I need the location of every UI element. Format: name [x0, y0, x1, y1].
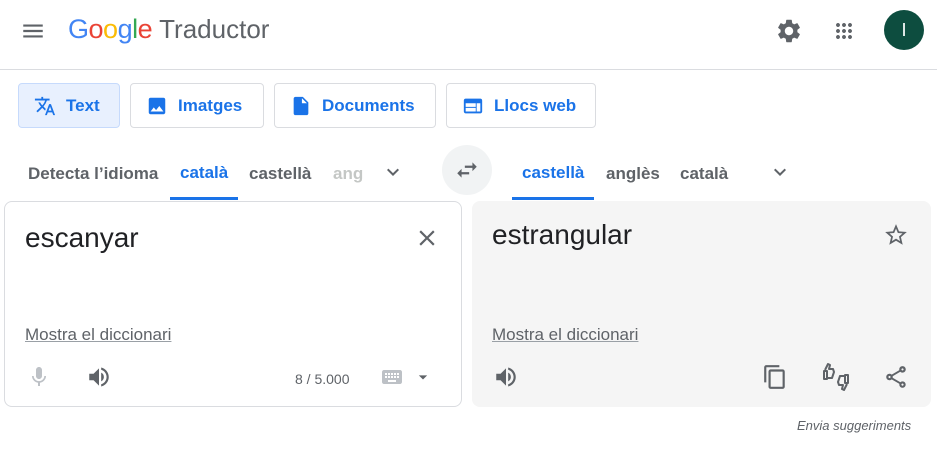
speaker-icon: [496, 367, 516, 387]
target-lang-catalan[interactable]: català: [670, 148, 738, 200]
swap-languages-button[interactable]: [442, 145, 492, 195]
source-text-input[interactable]: escanyar: [25, 222, 139, 254]
copy-translation-button[interactable]: [755, 357, 795, 397]
speaker-icon: [89, 367, 109, 387]
web-icon: [462, 95, 484, 117]
source-dictionary-link[interactable]: Mostra el diccionari: [25, 325, 171, 345]
close-icon: [419, 230, 435, 246]
character-counter: 8 / 5.000: [295, 371, 350, 387]
source-listen-button[interactable]: [79, 357, 119, 397]
share-icon: [886, 366, 906, 388]
translation-output: estrangular: [492, 219, 633, 250]
mode-text-button[interactable]: Text: [18, 83, 120, 128]
mode-text-label: Text: [66, 95, 100, 115]
mode-images-label: Imatges: [178, 95, 243, 115]
mode-websites-label: Llocs web: [494, 95, 577, 115]
app-logo[interactable]: Google Traductor: [68, 14, 269, 48]
thumbs-up-down-icon: [823, 363, 849, 391]
caret-down-icon: [418, 375, 428, 380]
account-avatar[interactable]: I: [884, 10, 924, 50]
translation-panel: estrangular Mostra el diccionari: [472, 201, 931, 407]
target-lang-more-button[interactable]: [760, 152, 800, 192]
mode-images-button[interactable]: Imatges: [130, 83, 264, 128]
main-menu-button[interactable]: [14, 12, 52, 50]
keyboard-button[interactable]: [375, 362, 409, 392]
apps-icon: [836, 23, 852, 39]
source-lang-spanish[interactable]: castellà: [239, 148, 321, 200]
send-feedback-link[interactable]: Envia suggeriments: [797, 418, 911, 433]
product-name: Traductor: [159, 14, 270, 44]
target-dictionary-link[interactable]: Mostra el diccionari: [492, 325, 638, 345]
copy-icon: [764, 365, 785, 389]
voice-input-button[interactable]: [19, 357, 59, 397]
mode-documents-label: Documents: [322, 95, 415, 115]
keyboard-options-button[interactable]: [409, 362, 437, 392]
settings-icon: [778, 19, 800, 43]
source-lang-catalan[interactable]: català: [170, 148, 239, 200]
menu-icon: [23, 24, 43, 38]
translation-listen-button[interactable]: [486, 357, 526, 397]
document-icon: [290, 95, 312, 117]
target-lang-english[interactable]: anglès: [596, 148, 670, 200]
mode-websites-button[interactable]: Llocs web: [446, 83, 596, 128]
source-lang-detect[interactable]: Detecta l’idioma: [18, 148, 168, 200]
chevron-down-icon: [387, 168, 399, 176]
target-lang-spanish[interactable]: castellà: [512, 148, 595, 200]
clear-text-button[interactable]: [407, 218, 447, 258]
keyboard-icon: [382, 370, 402, 384]
chevron-down-icon: [774, 168, 786, 176]
source-lang-english[interactable]: ang: [323, 148, 363, 200]
image-icon: [146, 95, 168, 117]
google-wordmark: Google: [68, 14, 153, 44]
swap-icon: [457, 162, 477, 178]
rate-translation-button[interactable]: [816, 357, 856, 397]
translate-icon: [34, 95, 56, 117]
app-header: Google Traductor I: [0, 0, 937, 70]
apps-button[interactable]: [824, 11, 864, 51]
star-icon: [885, 224, 907, 245]
settings-button[interactable]: [769, 11, 809, 51]
share-translation-button[interactable]: [876, 357, 916, 397]
source-text-panel: escanyar Mostra el diccionari 8 / 5.000: [4, 201, 462, 407]
save-translation-button[interactable]: [876, 215, 916, 255]
source-lang-more-button[interactable]: [373, 152, 413, 192]
mode-documents-button[interactable]: Documents: [274, 83, 436, 128]
microphone-icon: [32, 367, 46, 386]
